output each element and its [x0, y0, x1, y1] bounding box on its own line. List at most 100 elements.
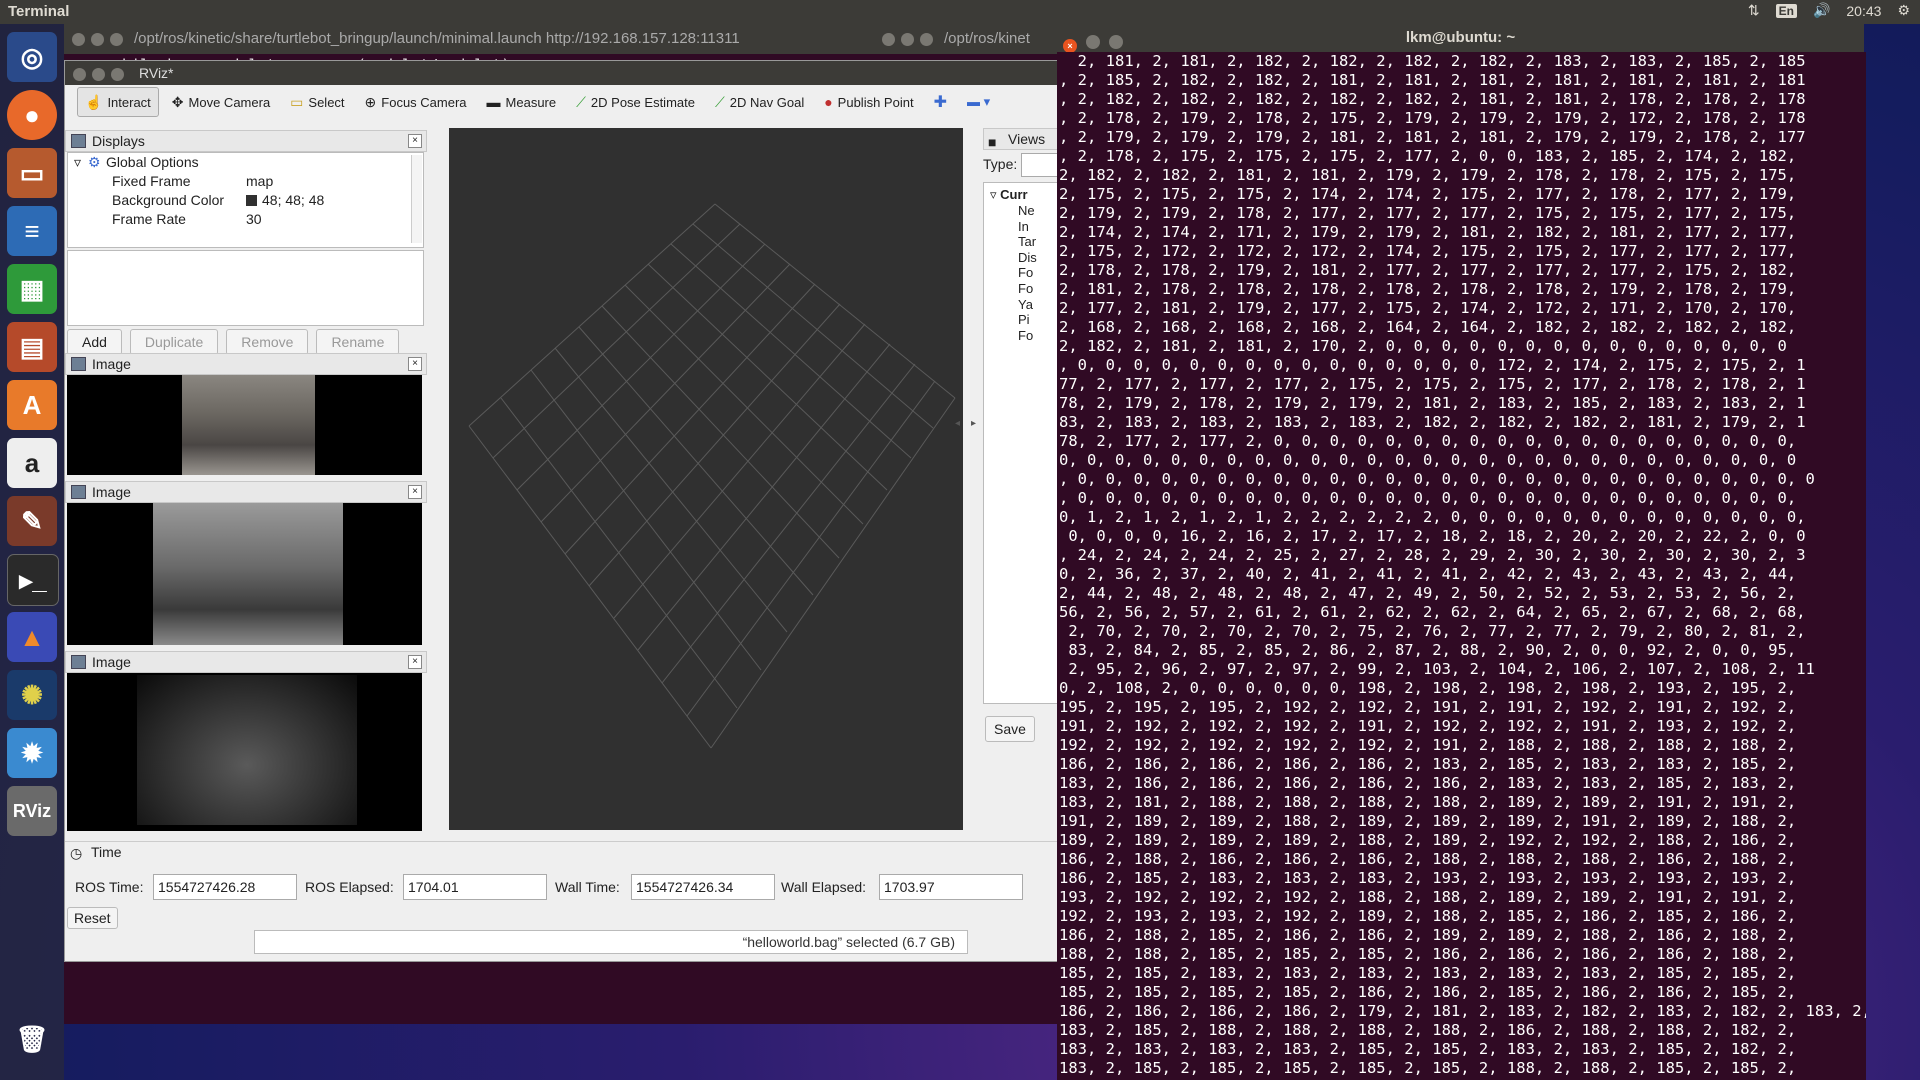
expand-arrow-icon[interactable]: ▿	[74, 153, 81, 172]
ros-elapsed-field[interactable]: 1704.01	[403, 874, 547, 900]
firefox-icon[interactable]: ●	[7, 90, 57, 140]
rviz-icon[interactable]: RViz	[7, 786, 57, 836]
tree-row[interactable]: Background Color 48; 48; 48	[68, 191, 423, 210]
duplicate-button[interactable]: Duplicate	[129, 329, 219, 355]
time-title: Time	[91, 844, 122, 860]
writer-icon[interactable]: ≡	[7, 206, 57, 256]
terminal-icon[interactable]: ▸_	[7, 554, 59, 606]
view-prop[interactable]: Dis	[1018, 250, 1037, 266]
views-tree[interactable]: ▿ Curr Ne In Tar Dis Fo Fo Ya Pi Fo	[983, 182, 1065, 704]
terminal-tab-label: /opt/ros/kinetic/share/turtlebot_bringup…	[134, 30, 740, 47]
wall-elapsed-field[interactable]: 1703.97	[879, 874, 1023, 900]
property-value[interactable]: 30	[246, 210, 262, 229]
terminal-line: , 0, 0, 0, 0, 0, 0, 0, 0, 0, 0, 0, 0, 0,…	[1059, 470, 1815, 488]
add-tool-button[interactable]: ✚	[927, 88, 954, 116]
ubuntu-dash-icon[interactable]: ◎	[7, 32, 57, 82]
select-icon: ▭	[290, 93, 304, 110]
save-view-button[interactable]: Save	[985, 716, 1035, 742]
network-icon[interactable]: ⇅	[1748, 2, 1760, 19]
volume-icon[interactable]: 🔊	[1813, 2, 1830, 19]
software-center-icon[interactable]: A	[7, 380, 57, 430]
app-icon[interactable]: ✺	[7, 670, 57, 720]
terminal-line: 188, 2, 188, 2, 185, 2, 185, 2, 185, 2, …	[1059, 945, 1797, 963]
property-value[interactable]: 48; 48; 48	[262, 191, 324, 210]
matlab-icon[interactable]: ▲	[7, 612, 57, 662]
3d-viewport[interactable]	[449, 128, 963, 830]
settings-icon[interactable]: ✎	[7, 496, 57, 546]
terminal-line: 183, 2, 185, 2, 188, 2, 188, 2, 188, 2, …	[1059, 1021, 1797, 1039]
close-icon[interactable]: ×	[408, 357, 422, 371]
tree-row-global-options[interactable]: ▿ ⚙ Global Options	[68, 153, 423, 172]
terminal-output[interactable]: 2, 181, 2, 181, 2, 182, 2, 182, 2, 182, …	[1057, 52, 1866, 1080]
collapse-right-icon[interactable]: ▸	[971, 418, 976, 429]
keyboard-layout[interactable]: En	[1775, 3, 1797, 18]
view-prop[interactable]: Fo	[1018, 281, 1037, 297]
terminal-window[interactable]: × lkm@ubuntu: ~ 2, 181, 2, 181, 2, 182, …	[1057, 24, 1866, 1080]
terminal-line: 2, 181, 2, 178, 2, 178, 2, 178, 2, 178, …	[1059, 280, 1797, 298]
image-view-depth	[67, 673, 422, 831]
impress-icon[interactable]: ▤	[7, 322, 57, 372]
hand-icon: ☝	[85, 93, 103, 110]
terminal-tab[interactable]: /opt/ros/kinetic/share/turtlebot_bringup…	[64, 24, 942, 54]
view-prop[interactable]: Fo	[1018, 265, 1037, 281]
publish-point-tool[interactable]: ● Publish Point	[817, 88, 920, 116]
close-icon[interactable]: ×	[408, 485, 422, 499]
displays-title: Displays	[92, 133, 145, 149]
files-icon[interactable]: ▭	[7, 148, 57, 198]
gear-icon[interactable]: ⚙	[1897, 2, 1910, 19]
view-prop[interactable]: Fo	[1018, 328, 1037, 344]
trash-icon[interactable]: 🗑	[7, 1014, 57, 1064]
property-value[interactable]: map	[246, 172, 273, 191]
remove-tool-button[interactable]: ▬ ▾	[960, 88, 997, 116]
close-icon[interactable]: ×	[408, 655, 422, 669]
clock[interactable]: 20:43	[1846, 3, 1881, 19]
view-prop[interactable]: Tar	[1018, 234, 1037, 250]
tree-row[interactable]: Fixed Frame map	[68, 172, 423, 191]
terminal-line: 2, 179, 2, 179, 2, 178, 2, 177, 2, 177, …	[1059, 204, 1797, 222]
nav-goal-tool[interactable]: ⟋ 2D Nav Goal	[708, 88, 811, 116]
view-prop[interactable]: Ya	[1018, 297, 1037, 313]
rviz-window[interactable]: RViz* ☝ Interact ✥ Move Camera ▭ Select ⊕ Fo…	[64, 60, 1066, 962]
close-icon[interactable]: ×	[1063, 39, 1077, 53]
collapse-left-icon[interactable]: ◂	[955, 418, 960, 429]
image-panel-title: Image	[92, 654, 131, 670]
view-prop[interactable]: Ne	[1018, 203, 1037, 219]
measure-tool[interactable]: ▬ Measure	[480, 88, 564, 116]
maximize-icon[interactable]	[1109, 35, 1124, 49]
close-icon[interactable]: ×	[408, 134, 422, 148]
clock-icon: ◷	[70, 845, 83, 861]
focus-camera-tool[interactable]: ⊕ Focus Camera	[358, 88, 474, 116]
add-button[interactable]: Add	[67, 329, 122, 355]
remove-button[interactable]: Remove	[226, 329, 309, 355]
app-icon[interactable]: ✹	[7, 728, 57, 778]
ros-time-field[interactable]: 1554727426.28	[153, 874, 297, 900]
gear-icon: ⚙	[88, 154, 101, 170]
view-prop[interactable]: Pi	[1018, 312, 1037, 328]
view-prop[interactable]: In	[1018, 219, 1037, 235]
minimize-icon[interactable]	[1086, 35, 1101, 49]
views-panel: ◂ ▸ ■ Views Type: ▿ Curr Ne In Tar Dis F…	[955, 128, 1065, 828]
display-tree[interactable]: ▿ ⚙ Global Options Fixed Frame map Backg…	[67, 152, 424, 248]
select-tool[interactable]: ▭ Select	[283, 88, 351, 116]
wall-time-field[interactable]: 1554727426.34	[631, 874, 775, 900]
terminal-titlebar[interactable]: × lkm@ubuntu: ~	[1057, 24, 1864, 53]
terminal-line: 185, 2, 185, 2, 185, 2, 185, 2, 186, 2, …	[1059, 983, 1797, 1001]
property-key: Frame Rate	[112, 211, 186, 227]
amazon-icon[interactable]: a	[7, 438, 57, 488]
tree-row[interactable]: Frame Rate 30	[68, 210, 423, 229]
scrollbar[interactable]	[411, 155, 422, 243]
launcher: ◎ ● ▭ ≡ ▦ ▤ A a ✎ ▸_ ▲ ✺ ✹ RViz 🗑	[0, 24, 64, 1080]
terminal-line: 191, 2, 189, 2, 189, 2, 188, 2, 189, 2, …	[1059, 812, 1797, 830]
current-view-row[interactable]: ▿ Curr	[990, 187, 1028, 203]
rename-button[interactable]: Rename	[316, 329, 400, 355]
rviz-titlebar[interactable]: RViz*	[65, 61, 1065, 85]
move-camera-tool[interactable]: ✥ Move Camera	[165, 88, 277, 116]
reset-button[interactable]: Reset	[67, 907, 118, 929]
interact-tool[interactable]: ☝ Interact	[77, 87, 159, 117]
grid-svg	[468, 203, 956, 749]
type-label: Type:	[983, 156, 1018, 172]
calc-icon[interactable]: ▦	[7, 264, 57, 314]
pose-estimate-tool[interactable]: ⟋ 2D Pose Estimate	[569, 88, 702, 116]
image-icon	[71, 655, 86, 669]
terminal-line: 2, 168, 2, 168, 2, 168, 2, 168, 2, 164, …	[1059, 318, 1797, 336]
